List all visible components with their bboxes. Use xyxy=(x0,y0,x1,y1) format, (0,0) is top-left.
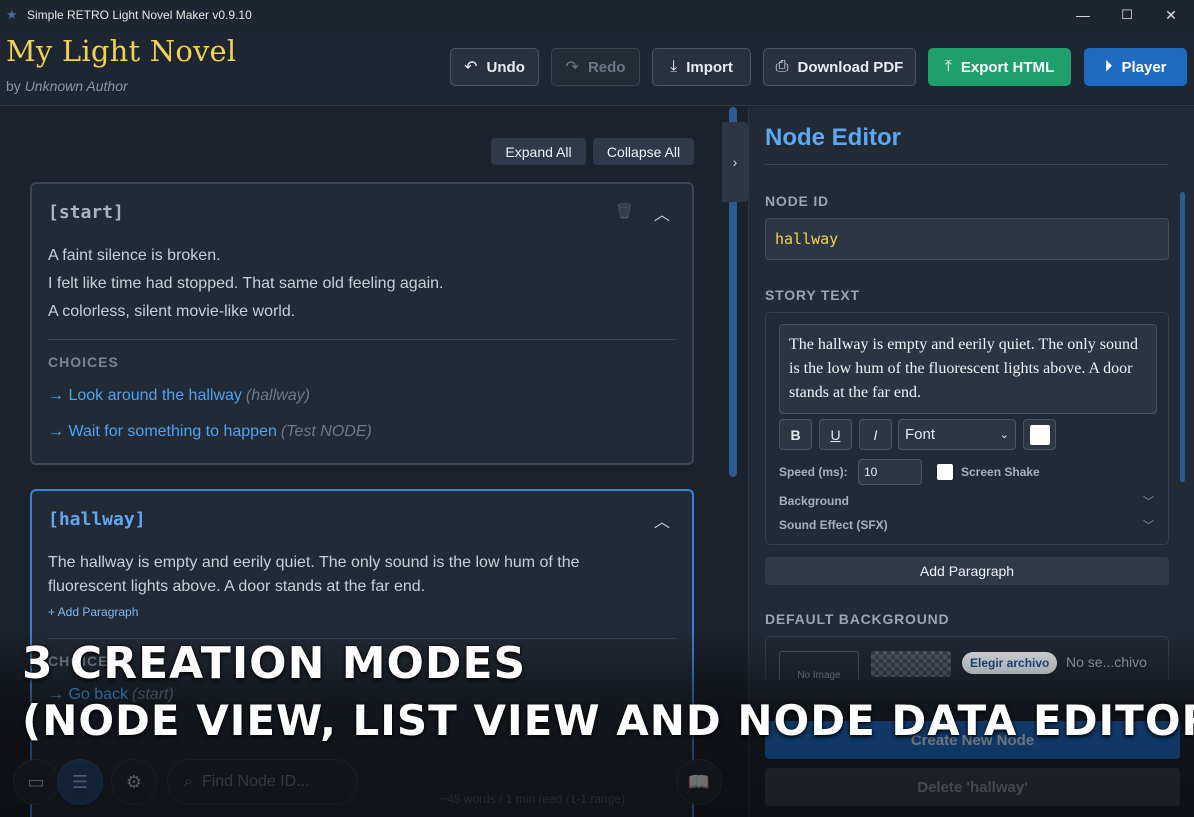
node-text-line: I felt like time had stopped. That same … xyxy=(48,275,444,292)
author-line: by Unknown Author xyxy=(6,78,128,94)
window-titlebar: ★ Simple RETRO Light Novel Maker v0.9.10… xyxy=(0,0,1194,30)
node-text-line: fluorescent lights above. A door stands … xyxy=(48,578,426,595)
undo-label: Undo xyxy=(486,58,525,76)
font-select-value: Font xyxy=(905,426,936,443)
caption-line-1: 3 CREATION MODES xyxy=(22,638,527,689)
speed-label: Speed (ms): xyxy=(779,465,848,479)
expand-all-button[interactable]: Expand All xyxy=(491,138,586,165)
background-picker: No Image Elegir archivo No se...chivo xyxy=(765,636,1169,680)
story-text-label: STORY TEXT xyxy=(765,287,860,303)
background-preview: No Image xyxy=(779,651,859,680)
chevron-up-icon[interactable]: ︿ xyxy=(654,508,670,532)
transparency-preview xyxy=(871,651,951,677)
sfx-accordion[interactable]: Sound Effect (SFX) xyxy=(779,518,888,532)
node-id-input[interactable]: hallway xyxy=(765,218,1169,260)
choice-link[interactable]: → Wait for something to happen (Test NODE… xyxy=(48,423,372,441)
player-label: Player xyxy=(1121,58,1167,76)
add-paragraph-link[interactable]: + Add Paragraph xyxy=(48,605,138,619)
download-pdf-button[interactable]: ⎙ Download PDF xyxy=(763,48,916,86)
divider xyxy=(765,164,1169,165)
export-html-label: Export HTML xyxy=(960,58,1055,76)
redo-icon: ↷ xyxy=(565,59,579,76)
node-card-id: [hallway] xyxy=(48,509,146,530)
choice-target: (Test NODE) xyxy=(280,423,372,440)
background-accordion[interactable]: Background xyxy=(779,494,849,508)
choice-text: → Look around the hallway xyxy=(48,387,242,404)
chevron-up-icon[interactable]: ︿ xyxy=(654,201,670,225)
gear-icon[interactable]: ⚙ xyxy=(111,759,157,805)
panel-toggle-chevron-right-icon[interactable]: › xyxy=(722,122,748,202)
app-star-icon: ★ xyxy=(6,7,18,22)
screen-shake-checkbox[interactable] xyxy=(937,464,953,480)
close-button[interactable]: ✕ xyxy=(1148,0,1194,30)
redo-button[interactable]: ↷ Redo xyxy=(551,48,640,86)
app-header: My Light Novel by Unknown Author ↶ Undo … xyxy=(0,30,1194,106)
editor-scrollbar[interactable] xyxy=(1180,192,1185,482)
chevron-down-icon[interactable]: ﹀ xyxy=(1143,517,1154,533)
node-editor-title: Node Editor xyxy=(765,124,901,151)
undo-button[interactable]: ↶ Undo xyxy=(450,48,539,86)
book-icon[interactable]: 📖 xyxy=(676,759,722,805)
play-circle-icon: ⏵ xyxy=(1104,58,1113,75)
chevron-down-icon[interactable]: ﹀ xyxy=(1143,493,1154,509)
color-swatch xyxy=(1029,424,1050,445)
undo-icon: ↶ xyxy=(464,59,478,76)
minimize-button[interactable]: — xyxy=(1060,0,1106,30)
story-textarea[interactable]: The hallway is empty and eerily quiet. T… xyxy=(779,324,1157,414)
export-html-button[interactable]: ⤒ Export HTML xyxy=(928,48,1071,86)
caption-line-2: (NODE VIEW, LIST VIEW AND NODE DATA EDIT… xyxy=(22,696,1194,745)
list-view-icon[interactable]: ☰ xyxy=(57,759,103,805)
choose-file-button[interactable]: Elegir archivo xyxy=(962,652,1058,674)
choice-target: (hallway) xyxy=(245,387,310,404)
download-pdf-label: Download PDF xyxy=(797,58,904,76)
choice-text: → Wait for something to happen xyxy=(48,423,277,440)
file-name-text: No se...chivo xyxy=(1066,654,1147,670)
underline-button[interactable]: U xyxy=(819,419,852,450)
delete-node-button[interactable]: Delete 'hallway' xyxy=(765,768,1180,806)
bold-button[interactable]: B xyxy=(779,419,812,450)
add-paragraph-button[interactable]: Add Paragraph xyxy=(765,557,1169,585)
font-select[interactable]: Font ⌄ xyxy=(898,419,1016,450)
author-name[interactable]: Unknown Author xyxy=(25,78,128,94)
find-placeholder: Find Node ID... xyxy=(201,773,310,790)
text-color-picker[interactable] xyxy=(1023,419,1056,450)
chevron-down-icon: ⌄ xyxy=(999,429,1009,441)
paragraph-editor: The hallway is empty and eerily quiet. T… xyxy=(765,312,1169,545)
window-title: Simple RETRO Light Novel Maker v0.9.10 xyxy=(27,8,252,22)
node-card-start[interactable]: [start] 🗑 ︿ A faint silence is broken. I… xyxy=(30,182,694,465)
trash-icon[interactable]: 🗑 xyxy=(615,202,634,220)
maximize-button[interactable]: ☐ xyxy=(1104,0,1150,30)
by-label: by xyxy=(6,78,21,94)
node-text-line: A colorless, silent movie-like world. xyxy=(48,303,296,320)
divider xyxy=(48,339,676,340)
collapse-all-button[interactable]: Collapse All xyxy=(593,138,694,165)
word-count: ~45 words / 1 min read (1-1 range) xyxy=(440,792,626,806)
node-card-id: [start] xyxy=(48,202,124,223)
import-label: Import xyxy=(686,58,733,76)
speed-input[interactable]: 10 xyxy=(858,459,922,485)
download-icon: ⤓ xyxy=(670,58,678,75)
screen-shake-label: Screen Shake xyxy=(961,465,1040,479)
pdf-file-icon: ⎙ xyxy=(775,58,789,75)
node-text-line: The hallway is empty and eerily quiet. T… xyxy=(48,554,580,571)
player-button[interactable]: ⏵ Player xyxy=(1084,48,1187,86)
default-background-label: DEFAULT BACKGROUND xyxy=(765,611,950,627)
node-text-line: A faint silence is broken. xyxy=(48,247,221,264)
search-icon: ⌕ xyxy=(184,773,193,790)
choices-label: CHOICES xyxy=(48,354,119,370)
node-id-label: NODE ID xyxy=(765,193,829,209)
import-button[interactable]: ⤓ Import xyxy=(652,48,751,86)
camera-icon[interactable]: ▭ xyxy=(13,759,59,805)
redo-label: Redo xyxy=(587,58,626,76)
project-title[interactable]: My Light Novel xyxy=(6,34,236,68)
find-node-input[interactable]: ⌕ Find Node ID... xyxy=(167,759,358,805)
upload-icon: ⤒ xyxy=(944,58,952,75)
italic-button[interactable]: I xyxy=(859,419,892,450)
choice-link[interactable]: → Look around the hallway (hallway) xyxy=(48,387,310,405)
